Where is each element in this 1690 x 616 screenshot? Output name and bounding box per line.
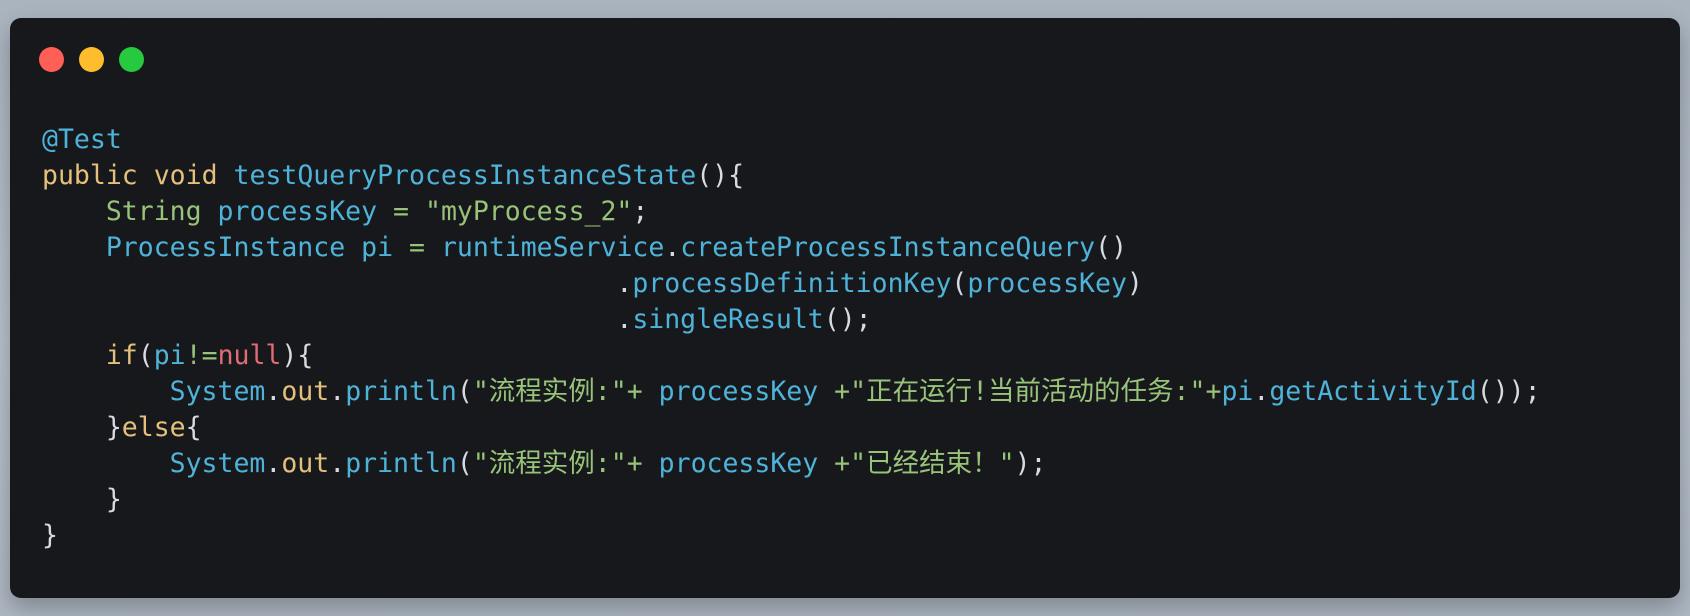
code-token: createProcessInstanceQuery: [680, 232, 1096, 263]
code-token: if: [105, 340, 138, 371]
code-token: {: [185, 412, 202, 443]
code-token: singleResult: [632, 304, 824, 335]
code-token: (: [951, 268, 968, 299]
code-token: ): [1126, 268, 1143, 299]
code-line: .singleResult();: [42, 302, 1541, 338]
code-line: System.out.println("流程实例:"+ processKey +…: [42, 374, 1541, 410]
code-token: "流程实例:": [472, 448, 627, 479]
code-token: println: [345, 448, 457, 479]
code-token: "流程实例:": [472, 376, 627, 407]
code-token: +: [834, 448, 851, 479]
code-line: }: [42, 518, 1541, 554]
code-token: +: [1205, 376, 1222, 407]
code-token: .: [265, 448, 282, 479]
code-token: (: [456, 376, 473, 407]
code-token: }: [42, 520, 58, 551]
code-token: ());: [1476, 376, 1541, 407]
code-token: runtimeService: [440, 232, 665, 263]
code-token: (){: [696, 160, 745, 191]
code-line: String processKey = "myProcess_2";: [42, 194, 1541, 230]
code-token: +: [626, 448, 643, 479]
code-token: ){: [281, 340, 314, 371]
code-token: =: [393, 196, 410, 227]
minimize-button[interactable]: [79, 47, 104, 72]
code-token: (: [456, 448, 473, 479]
code-token: +: [626, 376, 643, 407]
code-token: processDefinitionKey: [632, 268, 952, 299]
code-token: String: [105, 196, 202, 227]
code-line: System.out.println("流程实例:"+ processKey +…: [42, 446, 1541, 482]
code-token: .: [42, 268, 633, 299]
code-token: @Test: [42, 124, 122, 155]
code-block: @Test public void testQueryProcessInstanc…: [42, 122, 1541, 554]
code-token: processKey: [967, 268, 1127, 299]
code-token: void: [153, 160, 218, 191]
code-token: else: [121, 412, 186, 443]
code-token: .: [329, 376, 346, 407]
window-controls: [39, 47, 144, 72]
code-token: );: [1014, 448, 1047, 479]
code-token: .: [265, 376, 282, 407]
code-token: pi: [1221, 376, 1254, 407]
code-token: .: [1253, 376, 1270, 407]
code-token: System: [169, 448, 266, 479]
maximize-button[interactable]: [119, 47, 144, 72]
code-line: .processDefinitionKey(processKey): [42, 266, 1541, 302]
code-line: if(pi!=null){: [42, 338, 1541, 374]
code-token: testQueryProcessInstanceState: [233, 160, 697, 191]
code-token: System: [169, 376, 266, 407]
code-token: (): [1095, 232, 1128, 263]
code-token: ;: [632, 196, 649, 227]
code-token: !=: [185, 340, 218, 371]
code-window: @Test public void testQueryProcessInstanc…: [10, 18, 1680, 598]
code-token: .: [664, 232, 681, 263]
code-token: out: [281, 448, 330, 479]
code-token: null: [217, 340, 282, 371]
code-token: =: [409, 232, 425, 263]
code-token: .: [42, 304, 633, 335]
code-line: @Test: [42, 122, 1541, 158]
code-line: ProcessInstance pi = runtimeService.crea…: [42, 230, 1541, 266]
code-token: processKey: [658, 448, 819, 479]
code-token: processKey: [217, 196, 378, 227]
code-token: getActivityId: [1269, 376, 1477, 407]
code-line: }: [42, 482, 1541, 518]
code-line: public void testQueryProcessInstanceStat…: [42, 158, 1541, 194]
code-token: }: [42, 484, 122, 515]
code-token: "正在运行!当前活动的任务:": [850, 376, 1206, 407]
code-token: "myProcess_2": [424, 196, 633, 227]
code-token: "已经结束！": [850, 448, 1015, 479]
code-token: out: [281, 376, 330, 407]
code-token: +: [834, 376, 851, 407]
code-token: }: [42, 412, 122, 443]
code-token: ();: [823, 304, 872, 335]
code-token: println: [345, 376, 457, 407]
code-token: public: [42, 160, 138, 191]
code-token: processKey: [658, 376, 819, 407]
code-line: }else{: [42, 410, 1541, 446]
code-token: pi: [361, 232, 394, 263]
code-token: (: [137, 340, 154, 371]
code-token: .: [329, 448, 346, 479]
close-button[interactable]: [39, 47, 64, 72]
code-token: pi: [153, 340, 186, 371]
code-token: ProcessInstance: [105, 232, 346, 263]
